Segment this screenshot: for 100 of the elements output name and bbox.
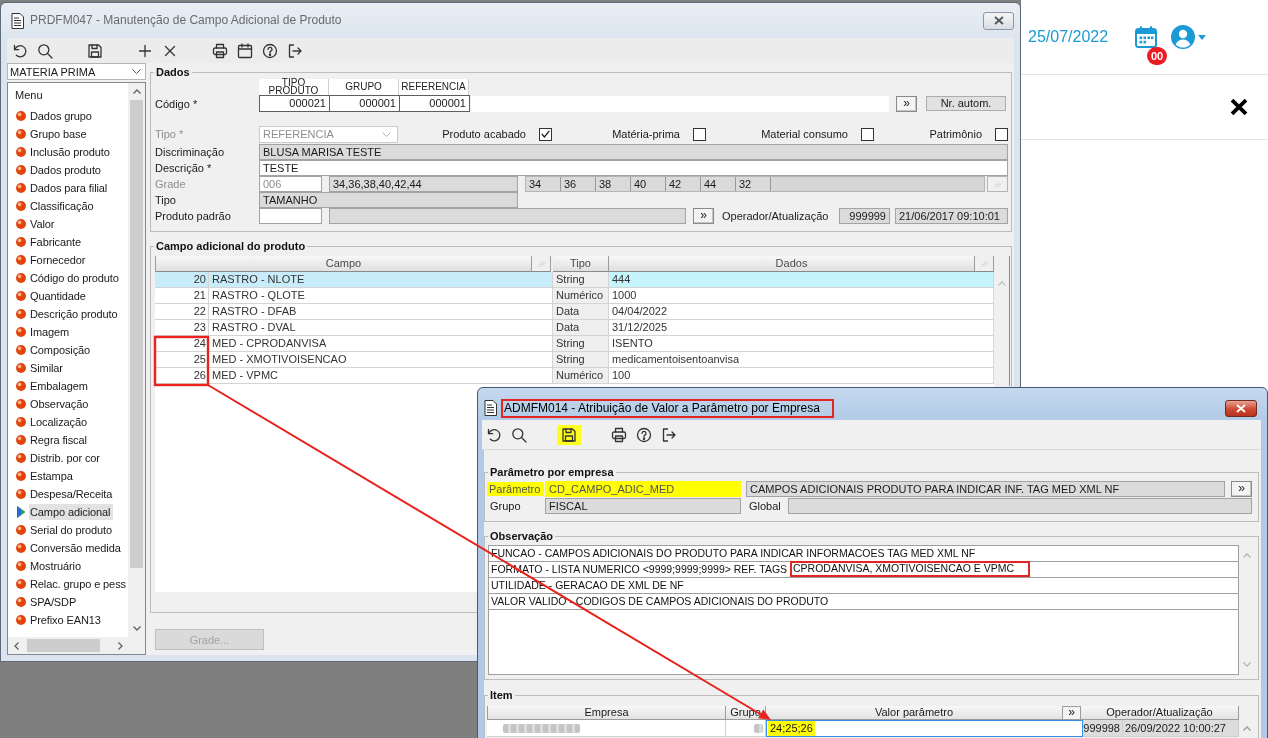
menu-item[interactable]: Fabricante	[8, 233, 128, 251]
menu-item[interactable]: Dados grupo	[8, 107, 128, 125]
menu-item[interactable]: Embalagem	[8, 377, 128, 395]
save-icon	[87, 42, 103, 59]
table-cell[interactable]: 24;25;26	[766, 720, 1083, 737]
bullet-icon	[16, 111, 26, 121]
lookup-button[interactable]: »	[896, 95, 917, 112]
bullet-icon	[16, 273, 26, 283]
chevron-down-icon	[382, 131, 391, 137]
size-cell: 40	[631, 177, 666, 191]
scroll-up-icon	[1242, 553, 1251, 558]
table-row[interactable]: 20 RASTRO - NLOTE String 444	[155, 272, 994, 288]
bullet-icon	[16, 435, 26, 445]
menu-item[interactable]: Grupo base	[8, 125, 128, 143]
chevron-down-icon	[132, 69, 141, 74]
input-field[interactable]: 000001	[399, 95, 470, 112]
bullet-icon	[16, 201, 26, 211]
menu-item[interactable]: Observação	[8, 395, 128, 413]
lookup-button[interactable]: »	[1231, 481, 1252, 497]
vertical-scrollbar[interactable]	[128, 83, 145, 637]
field-label: Tipo	[154, 193, 177, 207]
group-title: Dados	[155, 66, 191, 79]
menu-item[interactable]: Inclusão produto	[8, 143, 128, 161]
menu-item[interactable]: Quantidade	[8, 287, 128, 305]
table-cell: 20	[155, 272, 209, 288]
bullet-icon	[16, 615, 26, 625]
checkbox[interactable]	[539, 127, 552, 141]
table-row[interactable]: 23 RASTRO - DVAL Data 31/12/2025	[155, 320, 994, 336]
input-field[interactable]: 000001	[329, 95, 400, 112]
input-field[interactable]: BLUSA MARISA TESTE	[259, 144, 1008, 160]
input-field[interactable]: TESTE	[259, 160, 1008, 176]
menu-item[interactable]: Classificação	[8, 197, 128, 215]
close-icon[interactable]	[1229, 98, 1249, 116]
menu-item[interactable]: Regra fiscal	[8, 431, 128, 449]
calendar-icon[interactable]	[1135, 26, 1158, 48]
group-title: Item	[489, 689, 514, 702]
table-cell: 26/09/2022 10:00:27	[1123, 720, 1239, 737]
close-icon	[993, 16, 1004, 25]
category-dropdown[interactable]: MATERIA PRIMA	[7, 63, 146, 80]
table-cell: medicamentoisentoanvisa	[609, 352, 994, 368]
menu-item[interactable]: Similar	[8, 359, 128, 377]
menu-item[interactable]: Composição	[8, 341, 128, 359]
checkbox-label: Matéria-prima	[612, 128, 680, 140]
menu-item[interactable]: Descrição produto	[8, 305, 128, 323]
table-cell: RASTRO - DFAB	[209, 304, 553, 320]
table-row[interactable]: 21 RASTRO - QLOTE Numérico 1000	[155, 288, 994, 304]
table-cell: 22	[155, 304, 209, 320]
bullet-icon	[16, 237, 26, 247]
menu-item[interactable]: Localização	[8, 413, 128, 431]
menu-item[interactable]: Dados para filial	[8, 179, 128, 197]
lookup-button[interactable]: »	[1063, 706, 1081, 720]
close-button[interactable]	[1225, 399, 1257, 417]
save-button[interactable]	[557, 424, 581, 445]
menu-item[interactable]: Mostruário	[8, 557, 128, 575]
horizontal-scrollbar[interactable]	[8, 637, 128, 654]
menu-item[interactable]: Estampa	[8, 467, 128, 485]
menu-item[interactable]: Distrib. por cor	[8, 449, 128, 467]
table-cell: Data	[553, 320, 609, 336]
column-header: Valor parâmetro	[766, 706, 1063, 720]
menu-item[interactable]: Valor	[8, 215, 128, 233]
menu-item[interactable]: Despesa/Receita	[8, 485, 128, 503]
column-header: REFERENCIA	[399, 79, 469, 95]
column-header: Operador/Atualização	[1081, 706, 1239, 720]
menu-item[interactable]: Serial do produto	[8, 521, 128, 539]
close-button[interactable]	[983, 11, 1014, 30]
menu-item[interactable]: SPA/SDP	[8, 593, 128, 611]
menu-item[interactable]: Fornecedor	[8, 251, 128, 269]
notification-badge: 00	[1147, 47, 1168, 65]
input-field[interactable]: TAMANHO	[259, 192, 518, 208]
auto-number-button[interactable]: Nr. autom.	[926, 96, 1006, 111]
lookup-button[interactable]: »	[693, 208, 714, 224]
window-title: ADMFM014 - Atribuição de Valor a Parâmetro por Empresa	[501, 398, 834, 418]
column-options-button[interactable]	[532, 256, 551, 272]
menu-item[interactable]: Prefixo EAN13	[8, 611, 128, 629]
menu-item[interactable]: Imagem	[8, 323, 128, 341]
checkbox[interactable]	[693, 127, 706, 141]
vertical-scrollbar[interactable]	[995, 256, 1010, 386]
user-avatar-icon[interactable]	[1171, 25, 1196, 49]
column-options-button[interactable]	[975, 256, 994, 272]
field-label: Grade	[154, 177, 187, 191]
table-row[interactable]: 26 MED - VPMC Numérico 100	[155, 368, 994, 384]
caret-icon[interactable]	[1198, 34, 1207, 40]
table-row[interactable]: 22 RASTRO - DFAB Data 04/04/2022	[155, 304, 994, 320]
menu-item[interactable]: Dados produto	[8, 161, 128, 179]
menu-item[interactable]: Relac. grupo e pess	[8, 575, 128, 593]
column-header: GRUPO	[329, 79, 399, 95]
table-row[interactable]: 24 MED - CPRODANVISA String ISENTO	[155, 336, 994, 352]
bullet-icon	[16, 399, 26, 409]
menu-item[interactable]: Conversão medida	[8, 539, 128, 557]
column-header: Empresa	[487, 706, 726, 720]
checkbox[interactable]	[861, 127, 874, 141]
field-label: Tipo *	[154, 127, 185, 141]
input-field[interactable]: CD_CAMPO_ADIC_MED	[545, 481, 741, 497]
table-row[interactable]: 25 MED - XMOTIVOISENCAO String medicamentoisentoanvisa	[155, 352, 994, 368]
input-field[interactable]	[259, 208, 322, 224]
input-field[interactable]: 000021	[259, 95, 330, 112]
window-title: PRDFM047 - Manutenção de Campo Adicional de Produto	[30, 13, 342, 28]
exit-icon	[287, 42, 303, 59]
menu-item[interactable]: Código do produto	[8, 269, 128, 287]
checkbox[interactable]	[995, 127, 1008, 141]
